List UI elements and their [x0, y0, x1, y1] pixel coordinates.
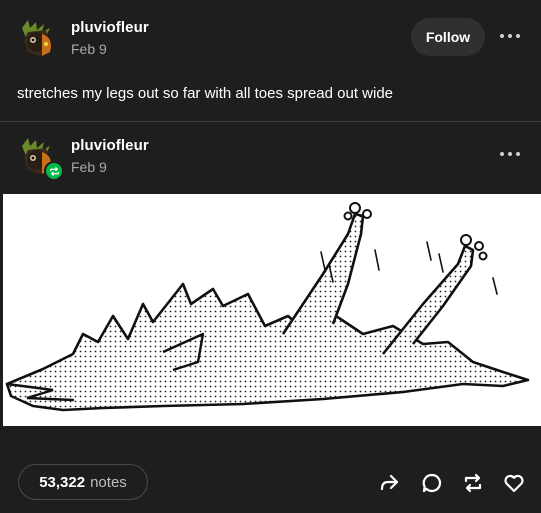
more-options-icon[interactable]: [500, 29, 520, 43]
reblog-date[interactable]: Feb 9: [71, 159, 107, 175]
dot: [516, 152, 520, 156]
reblog-header: pluviofleur Feb 9: [0, 128, 541, 188]
dot: [508, 34, 512, 38]
post-body-text: stretches my legs out so far with all to…: [17, 85, 394, 102]
post-image[interactable]: [3, 194, 541, 426]
heart-icon[interactable]: [501, 470, 527, 496]
notes-label: notes: [90, 473, 127, 491]
more-options-icon[interactable]: [500, 147, 520, 161]
avatar[interactable]: [16, 16, 60, 60]
reblog-icon[interactable]: [460, 470, 486, 496]
dot: [500, 152, 504, 156]
post-footer: 53,322 notes: [0, 462, 541, 502]
notes-count: 53,322: [39, 473, 86, 491]
tumblr-post: pluviofleur Feb 9 Follow stretches my le…: [0, 0, 541, 513]
share-icon[interactable]: [376, 470, 402, 496]
dot: [508, 152, 512, 156]
dot: [500, 34, 504, 38]
reply-icon[interactable]: [419, 470, 445, 496]
notes-button[interactable]: 53,322 notes: [18, 464, 148, 500]
creature-drawing: [5, 202, 530, 412]
follow-button[interactable]: Follow: [411, 18, 485, 56]
username[interactable]: pluviofleur: [71, 19, 149, 36]
reblog-username[interactable]: pluviofleur: [71, 137, 149, 154]
divider: [0, 121, 541, 122]
dot: [516, 34, 520, 38]
avatar-image: [16, 16, 60, 60]
reblog-badge-icon: [44, 161, 64, 181]
post-date[interactable]: Feb 9: [71, 41, 107, 57]
post-header: pluviofleur Feb 9 Follow: [0, 10, 541, 70]
